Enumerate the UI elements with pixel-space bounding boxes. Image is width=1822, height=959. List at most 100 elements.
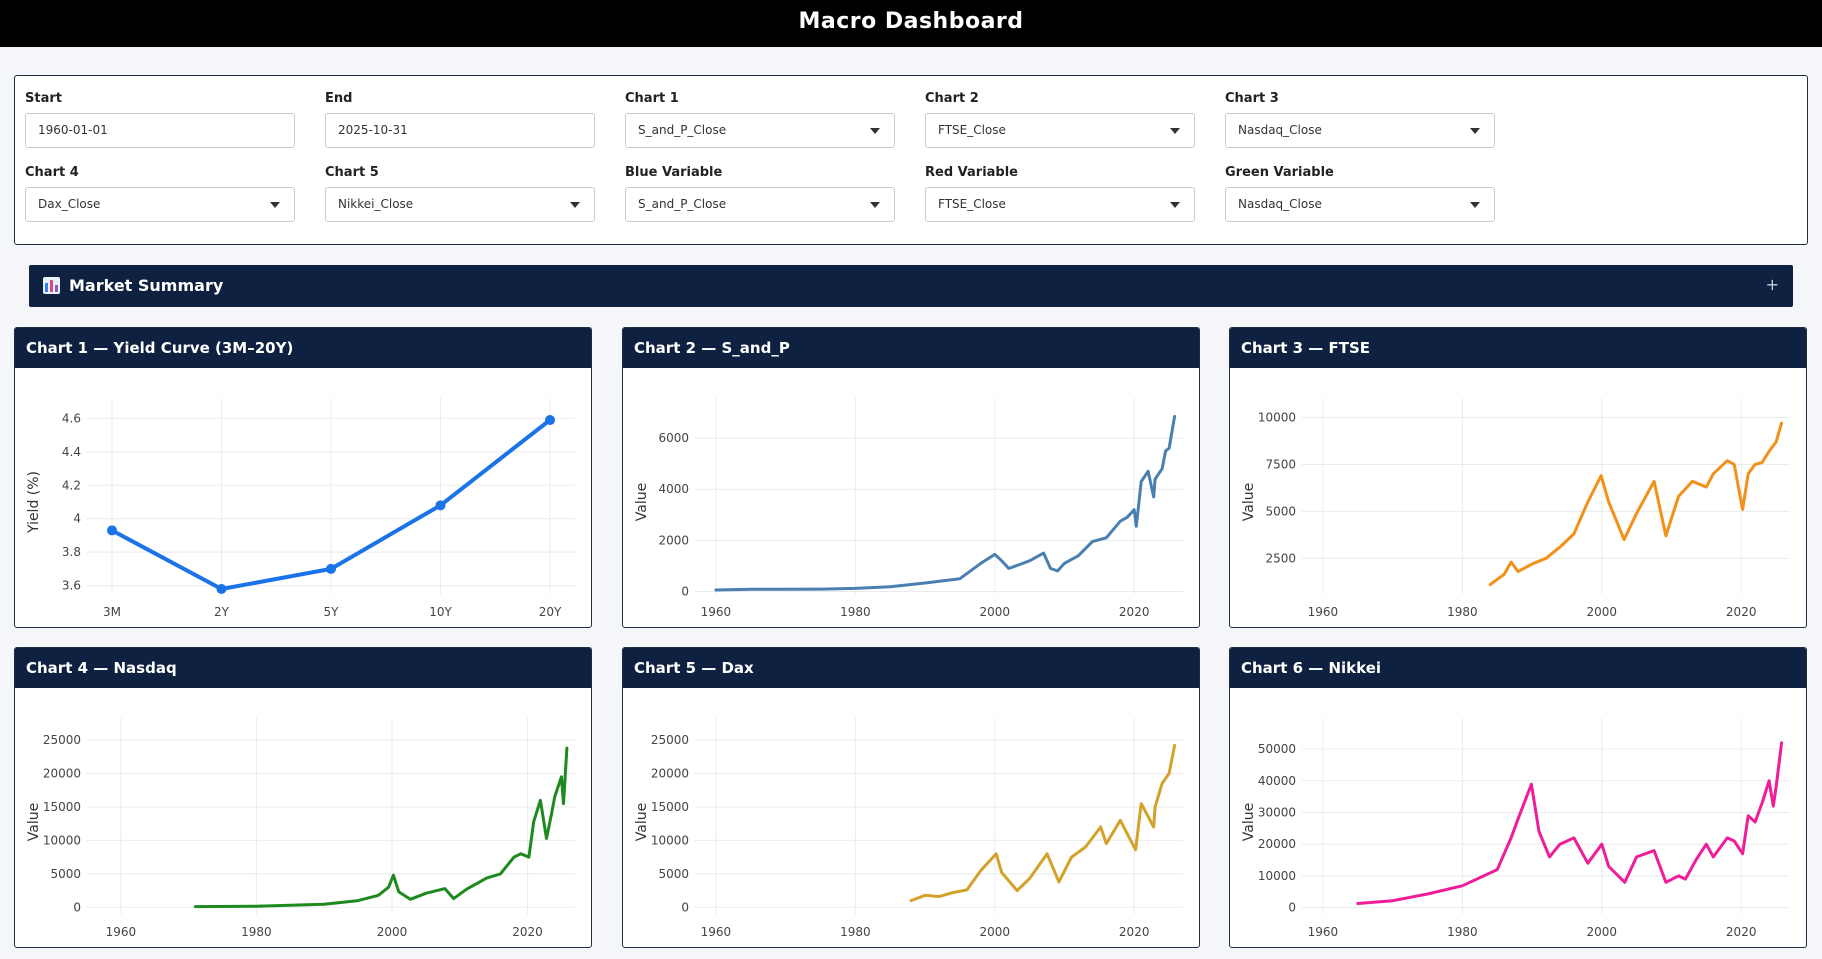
top-bar: Macro Dashboard <box>0 0 1822 47</box>
blue-variable-select[interactable]: S_and_P_Close <box>625 187 895 222</box>
x-tick-label: 1980 <box>840 605 871 619</box>
chart-card-6: Chart 6 — Nikkei 0 10000 20000 30000 40000 50… <box>1229 647 1807 948</box>
series-line <box>193 746 569 909</box>
ftse-chart: 2500 5000 7500 10000 1960 1980 2000 2020 Value <box>1241 398 1790 619</box>
y-tick-label: 30000 <box>1258 805 1296 819</box>
expand-toggle-icon[interactable]: + <box>1766 265 1779 305</box>
x-tick-label: 2020 <box>1119 925 1150 939</box>
x-tick-label: 3M <box>103 605 121 619</box>
y-axis-label: Value <box>1241 483 1257 521</box>
chevron-down-icon <box>870 128 880 134</box>
y-tick-label: 4 <box>73 512 81 526</box>
y-tick-label: 3.8 <box>62 545 81 559</box>
red-variable-control: Red Variable FTSE_Close <box>925 165 1195 222</box>
y-tick-label: 2000 <box>658 533 689 547</box>
y-axis-label: Value <box>1241 803 1257 841</box>
y-tick-label: 20000 <box>651 766 689 780</box>
data-point <box>435 500 446 511</box>
end-control: End 2025-10-31 <box>325 91 595 148</box>
blue-variable-select-value: S_and_P_Close <box>638 197 727 211</box>
x-tick-label: 2020 <box>512 925 543 939</box>
y-tick-label: 20000 <box>43 766 81 780</box>
y-tick-label: 0 <box>681 900 689 914</box>
end-date-input[interactable]: 2025-10-31 <box>325 113 595 148</box>
x-tick-label: 2000 <box>979 925 1010 939</box>
app-title: Macro Dashboard <box>798 9 1024 34</box>
series-line <box>1488 421 1784 587</box>
chart5-control: Chart 5 Nikkei_Close <box>325 165 595 222</box>
y-tick-label: 25000 <box>651 733 689 747</box>
sp500-chart: 0 2000 4000 6000 1960 1980 2000 2020 Value <box>634 398 1183 619</box>
x-tick-label: 1960 <box>701 925 732 939</box>
series-line <box>714 414 1177 592</box>
y-tick-label: 4.2 <box>62 478 81 492</box>
y-tick-label: 4.6 <box>62 411 81 425</box>
green-variable-select[interactable]: Nasdaq_Close <box>1225 187 1495 222</box>
y-tick-label: 15000 <box>651 800 689 814</box>
y-tick-label: 0 <box>681 584 689 598</box>
y-tick-label: 6000 <box>658 431 689 445</box>
y-tick-label: 4.4 <box>62 445 81 459</box>
data-point <box>545 415 555 426</box>
x-tick-label: 2000 <box>1586 925 1617 939</box>
x-tick-label: 5Y <box>324 605 340 619</box>
x-tick-label: 2000 <box>377 925 408 939</box>
y-axis-label: Yield (%) <box>26 471 42 534</box>
x-tick-label: 1960 <box>106 925 137 939</box>
red-variable-select[interactable]: FTSE_Close <box>925 187 1195 222</box>
x-tick-label: 1960 <box>701 605 732 619</box>
y-tick-label: 10000 <box>651 833 689 847</box>
chart3-select[interactable]: Nasdaq_Close <box>1225 113 1495 148</box>
chart-card-4: Chart 4 — Nasdaq 0 5000 10000 15000 20000 250… <box>14 647 592 948</box>
x-tick-label: 2000 <box>1586 605 1617 619</box>
y-tick-label: 2500 <box>1265 551 1296 565</box>
chart4-control: Chart 4 Dax_Close <box>25 165 295 222</box>
y-tick-label: 20000 <box>1258 837 1296 851</box>
chart5-select[interactable]: Nikkei_Close <box>325 187 595 222</box>
y-axis-label: Value <box>26 803 42 841</box>
chevron-down-icon <box>1170 202 1180 208</box>
chart-5-title: Chart 5 — Dax <box>623 648 1199 688</box>
chart1-control: Chart 1 S_and_P_Close <box>625 91 895 148</box>
start-control: Start 1960-01-01 <box>25 91 295 148</box>
chart1-select-value: S_and_P_Close <box>638 123 727 137</box>
data-point <box>216 583 227 594</box>
market-summary-bar[interactable]: Market Summary + <box>29 265 1793 307</box>
chart3-label: Chart 3 <box>1225 91 1279 106</box>
chevron-down-icon <box>570 202 580 208</box>
chart5-label: Chart 5 <box>325 165 379 180</box>
market-summary-title: Market Summary <box>69 276 224 295</box>
chart1-select[interactable]: S_and_P_Close <box>625 113 895 148</box>
blue-variable-label: Blue Variable <box>625 165 723 180</box>
y-tick-label: 0 <box>1288 901 1296 915</box>
x-tick-label: 1980 <box>241 925 272 939</box>
y-tick-label: 5000 <box>50 867 81 881</box>
chevron-down-icon <box>1470 128 1480 134</box>
chart2-select[interactable]: FTSE_Close <box>925 113 1195 148</box>
y-tick-label: 10000 <box>1258 869 1296 883</box>
x-tick-label: 1980 <box>1447 605 1478 619</box>
start-date-input[interactable]: 1960-01-01 <box>25 113 295 148</box>
chevron-down-icon <box>270 202 280 208</box>
y-tick-label: 5000 <box>658 867 689 881</box>
chart-card-3: Chart 3 — FTSE 2500 5000 7500 10000 1960 1980… <box>1229 327 1807 628</box>
controls-panel: Start 1960-01-01 End 2025-10-31 Chart 1 … <box>14 75 1808 245</box>
chart-card-1: Chart 1 — Yield Curve (3M–20Y) 3.6 3.8 4 4.… <box>14 327 592 628</box>
y-tick-label: 40000 <box>1258 774 1296 788</box>
yield-curve-chart: 3.6 3.8 4 4.2 4.4 4.6 3M 2Y 5Y 10Y 20Y Yield (%) <box>26 398 575 619</box>
y-tick-label: 5000 <box>1265 504 1296 518</box>
chart5-select-value: Nikkei_Close <box>338 197 414 211</box>
chart-3-title: Chart 3 — FTSE <box>1230 328 1806 368</box>
series-line <box>1356 741 1784 905</box>
y-tick-label: 4000 <box>658 482 689 496</box>
chart1-label: Chart 1 <box>625 91 679 106</box>
red-variable-select-value: FTSE_Close <box>938 197 1006 211</box>
chart-1-title: Chart 1 — Yield Curve (3M–20Y) <box>15 328 591 368</box>
green-variable-control: Green Variable Nasdaq_Close <box>1225 165 1495 222</box>
chart4-select[interactable]: Dax_Close <box>25 187 295 222</box>
x-tick-label: 1960 <box>1308 605 1339 619</box>
data-point <box>326 563 336 574</box>
chart-card-5: Chart 5 — Dax 0 5000 10000 15000 20000 25000 1… <box>622 647 1200 948</box>
green-variable-label: Green Variable <box>1225 165 1334 180</box>
chart2-control: Chart 2 FTSE_Close <box>925 91 1195 148</box>
